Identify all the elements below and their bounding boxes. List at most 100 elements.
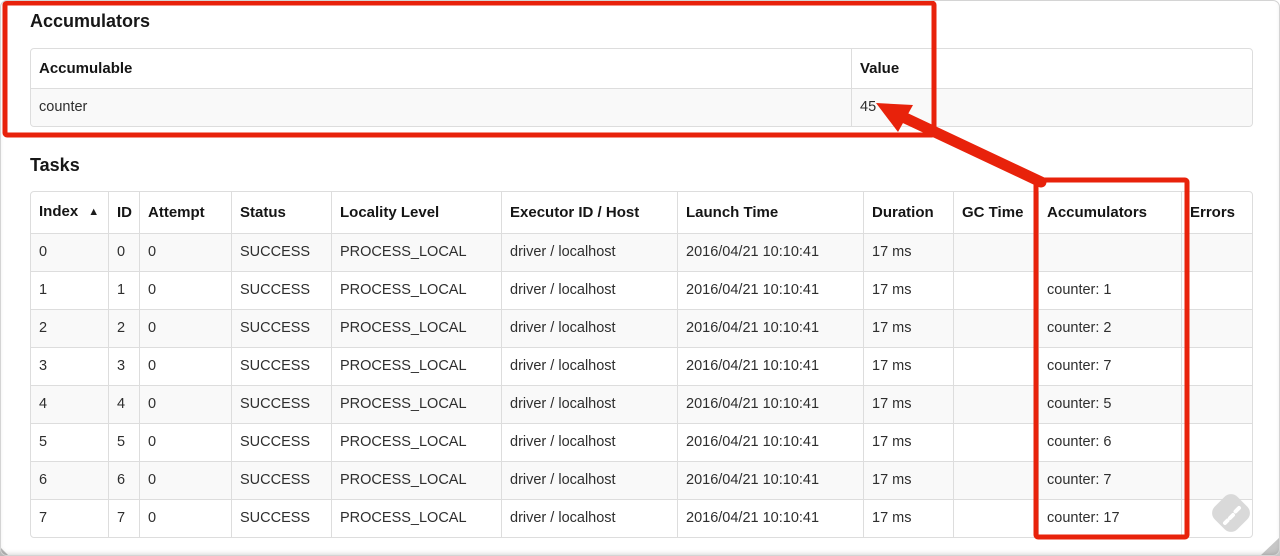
task-cell-gc-time <box>953 385 1038 423</box>
task-cell-errors <box>1181 385 1252 423</box>
task-cell-accumulators: counter: 1 <box>1038 271 1181 309</box>
task-cell-attempt: 0 <box>139 461 231 499</box>
task-cell-attempt: 0 <box>139 499 231 537</box>
task-cell-executor-id-host: driver / localhost <box>501 385 677 423</box>
task-cell-errors <box>1181 347 1252 385</box>
column-header-gc-time[interactable]: GC Time <box>953 192 1038 233</box>
task-cell-launch-time: 2016/04/21 10:10:41 <box>677 347 863 385</box>
task-cell-launch-time: 2016/04/21 10:10:41 <box>677 385 863 423</box>
task-cell-status: SUCCESS <box>231 499 331 537</box>
task-cell-executor-id-host: driver / localhost <box>501 499 677 537</box>
task-cell-executor-id-host: driver / localhost <box>501 271 677 309</box>
task-row: 0 0 0 SUCCESS PROCESS_LOCAL driver / localhos… <box>31 233 1252 271</box>
task-cell-locality-level: PROCESS_LOCAL <box>331 309 501 347</box>
task-cell-errors <box>1181 461 1252 499</box>
task-cell-attempt: 0 <box>139 271 231 309</box>
task-cell-errors <box>1181 499 1252 537</box>
column-header-value[interactable]: Value <box>851 49 1252 88</box>
task-cell-index: 7 <box>31 499 108 537</box>
column-header-launch-time[interactable]: Launch Time <box>677 192 863 233</box>
column-header-index[interactable]: Index ▲ <box>31 192 108 233</box>
task-cell-locality-level: PROCESS_LOCAL <box>331 347 501 385</box>
column-label: Locality Level <box>340 204 440 221</box>
task-cell-id: 5 <box>108 423 139 461</box>
task-cell-accumulators: counter: 2 <box>1038 309 1181 347</box>
accumulator-row: counter 45 <box>31 88 1252 126</box>
column-label: Errors <box>1190 204 1236 221</box>
task-cell-id: 7 <box>108 499 139 537</box>
sort-ascending-icon: ▲ <box>88 206 100 218</box>
column-label: Attempt <box>148 204 205 221</box>
task-cell-status: SUCCESS <box>231 347 331 385</box>
task-cell-duration: 17 ms <box>863 309 953 347</box>
task-cell-index: 5 <box>31 423 108 461</box>
task-row: 7 7 0 SUCCESS PROCESS_LOCAL driver / localhos… <box>31 499 1252 537</box>
column-label: Status <box>240 204 286 221</box>
task-cell-gc-time <box>953 423 1038 461</box>
task-cell-id: 1 <box>108 271 139 309</box>
column-header-accumulators[interactable]: Accumulators <box>1038 192 1181 233</box>
accumulable-value-cell: 45 <box>851 88 1252 126</box>
task-cell-launch-time: 2016/04/21 10:10:41 <box>677 271 863 309</box>
task-cell-status: SUCCESS <box>231 385 331 423</box>
column-header-duration[interactable]: Duration <box>863 192 953 233</box>
task-cell-attempt: 0 <box>139 385 231 423</box>
task-cell-index: 0 <box>31 233 108 271</box>
task-cell-launch-time: 2016/04/21 10:10:41 <box>677 309 863 347</box>
task-cell-launch-time: 2016/04/21 10:10:41 <box>677 233 863 271</box>
task-cell-launch-time: 2016/04/21 10:10:41 <box>677 423 863 461</box>
task-cell-errors <box>1181 271 1252 309</box>
task-cell-status: SUCCESS <box>231 461 331 499</box>
tasks-section-title: Tasks <box>30 155 80 175</box>
task-cell-index: 1 <box>31 271 108 309</box>
task-cell-status: SUCCESS <box>231 271 331 309</box>
column-header-errors[interactable]: Errors <box>1181 192 1252 233</box>
column-header-attempt[interactable]: Attempt <box>139 192 231 233</box>
accumulators-table: Accumulable Value counter 45 <box>30 48 1253 127</box>
task-cell-gc-time <box>953 309 1038 347</box>
task-cell-accumulators: counter: 7 <box>1038 461 1181 499</box>
task-cell-executor-id-host: driver / localhost <box>501 233 677 271</box>
task-cell-locality-level: PROCESS_LOCAL <box>331 499 501 537</box>
column-label: Index <box>39 203 79 220</box>
task-cell-index: 4 <box>31 385 108 423</box>
task-cell-id: 4 <box>108 385 139 423</box>
task-row: 5 5 0 SUCCESS PROCESS_LOCAL driver / localhos… <box>31 423 1252 461</box>
task-cell-accumulators: counter: 5 <box>1038 385 1181 423</box>
column-header-status[interactable]: Status <box>231 192 331 233</box>
accumulators-header-row: Accumulable Value <box>31 49 1252 88</box>
column-header-id[interactable]: ID <box>108 192 139 233</box>
spark-stage-detail-page: Accumulators Accumulable Value counter 4… <box>0 0 1280 556</box>
column-label: GC Time <box>962 204 1024 221</box>
task-cell-executor-id-host: driver / localhost <box>501 461 677 499</box>
task-row: 6 6 0 SUCCESS PROCESS_LOCAL driver / localhos… <box>31 461 1252 499</box>
task-cell-attempt: 0 <box>139 233 231 271</box>
column-label: Duration <box>872 204 934 221</box>
task-cell-duration: 17 ms <box>863 347 953 385</box>
task-cell-accumulators: counter: 7 <box>1038 347 1181 385</box>
column-label: Executor ID / Host <box>510 204 640 221</box>
task-cell-executor-id-host: driver / localhost <box>501 423 677 461</box>
task-cell-id: 2 <box>108 309 139 347</box>
tasks-header-row: Index ▲ ID Attempt Status Locality Level Execu… <box>31 192 1252 233</box>
task-cell-id: 0 <box>108 233 139 271</box>
task-cell-duration: 17 ms <box>863 233 953 271</box>
task-cell-accumulators: counter: 17 <box>1038 499 1181 537</box>
task-cell-gc-time <box>953 233 1038 271</box>
task-cell-duration: 17 ms <box>863 423 953 461</box>
task-cell-index: 6 <box>31 461 108 499</box>
task-cell-gc-time <box>953 499 1038 537</box>
column-label: Accumulators <box>1047 204 1148 221</box>
column-label: Launch Time <box>686 204 779 221</box>
column-header-accumulable[interactable]: Accumulable <box>31 49 851 88</box>
task-cell-gc-time <box>953 461 1038 499</box>
task-cell-attempt: 0 <box>139 423 231 461</box>
accumulable-name-cell: counter <box>31 88 851 126</box>
task-cell-errors <box>1181 309 1252 347</box>
accumulators-section-title: Accumulators <box>30 11 151 31</box>
column-header-executor-id-host[interactable]: Executor ID / Host <box>501 192 677 233</box>
column-header-locality-level[interactable]: Locality Level <box>331 192 501 233</box>
task-cell-launch-time: 2016/04/21 10:10:41 <box>677 499 863 537</box>
task-cell-executor-id-host: driver / localhost <box>501 309 677 347</box>
task-cell-id: 6 <box>108 461 139 499</box>
